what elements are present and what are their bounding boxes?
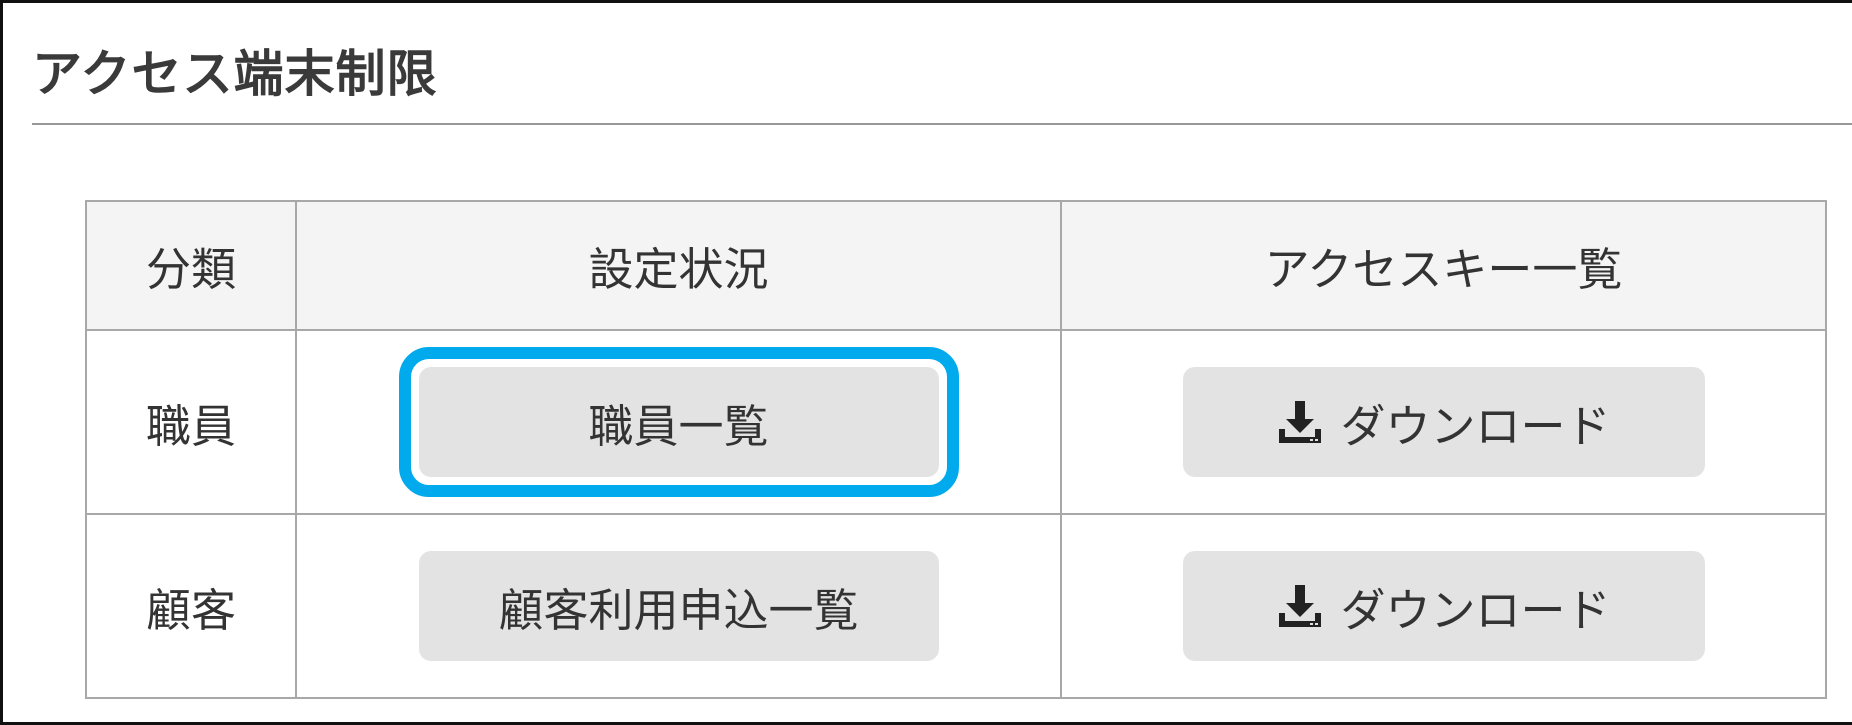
download-label: ダウンロード <box>1340 583 1611 637</box>
highlight-frame: 職員一覧 <box>398 347 959 497</box>
access-table: 分類 設定状況 アクセスキー一覧 職員 職員一覧 ダウンロード 顧客 顧客利用申… <box>85 200 1827 699</box>
download-icon <box>1276 399 1324 445</box>
header-access-key-list: アクセスキー一覧 <box>1060 200 1827 331</box>
category-cell: 職員 <box>85 329 297 515</box>
table-header-row: 分類 設定状況 アクセスキー一覧 <box>85 200 1827 331</box>
download-icon <box>1276 583 1324 629</box>
title-divider <box>32 123 1852 125</box>
access-restriction-panel: アクセス端末制限 分類 設定状況 アクセスキー一覧 職員 職員一覧 ダウンロード… <box>0 0 1852 725</box>
settings-cell: 顧客利用申込一覧 <box>295 513 1062 699</box>
header-category: 分類 <box>85 200 297 331</box>
customer-download-button[interactable]: ダウンロード <box>1182 551 1705 661</box>
download-cell: ダウンロード <box>1060 329 1827 515</box>
download-cell: ダウンロード <box>1060 513 1827 699</box>
page-title: アクセス端末制限 <box>32 45 438 103</box>
settings-cell: 職員一覧 <box>295 329 1062 515</box>
table-row-staff: 職員 職員一覧 ダウンロード <box>85 329 1827 515</box>
download-label: ダウンロード <box>1340 399 1611 453</box>
header-settings-status: 設定状況 <box>295 200 1062 331</box>
staff-download-button[interactable]: ダウンロード <box>1182 367 1705 477</box>
staff-list-button[interactable]: 職員一覧 <box>418 367 939 477</box>
category-cell: 顧客 <box>85 513 297 699</box>
table-row-customer: 顧客 顧客利用申込一覧 ダウンロード <box>85 513 1827 699</box>
customer-application-list-button[interactable]: 顧客利用申込一覧 <box>418 551 939 661</box>
